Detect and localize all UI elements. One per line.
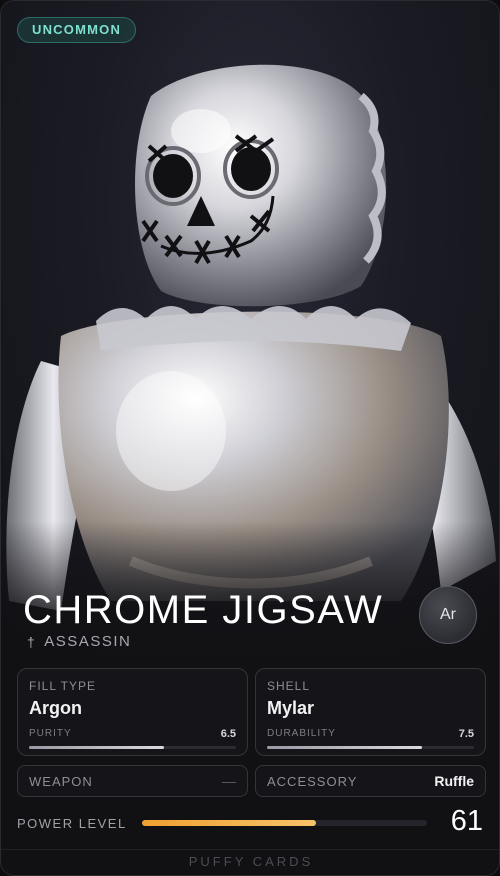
shell-panel: SHELL Mylar DURABILITY 7.5 bbox=[255, 668, 486, 756]
fill-type-panel: FILL TYPE Argon PURITY 6.5 bbox=[17, 668, 248, 756]
purity-value: 6.5 bbox=[220, 728, 236, 740]
footer-divider bbox=[1, 849, 499, 850]
element-badge[interactable]: Ar bbox=[419, 586, 477, 644]
power-level-bar bbox=[142, 820, 427, 826]
weapon-value: — bbox=[222, 773, 236, 789]
accessory-label: ACCESSORY bbox=[267, 773, 358, 789]
accessory-value: Ruffle bbox=[434, 773, 474, 789]
fill-type-label: FILL TYPE bbox=[29, 679, 97, 693]
power-level-label: POWER LEVEL bbox=[17, 816, 127, 831]
durability-bar bbox=[267, 746, 474, 749]
weapon-slot[interactable]: WEAPON — bbox=[17, 765, 248, 797]
purity-bar-fill bbox=[29, 746, 164, 749]
purity-label: PURITY bbox=[29, 728, 72, 739]
durability-label: DURABILITY bbox=[267, 728, 336, 739]
purity-bar bbox=[29, 746, 236, 749]
rarity-badge: UNCOMMON bbox=[17, 17, 137, 43]
weapon-label: WEAPON bbox=[29, 773, 93, 789]
fill-type-value: Argon bbox=[29, 698, 82, 718]
character-class: † ASSASSIN bbox=[27, 633, 131, 650]
power-level-value: 61 bbox=[450, 805, 483, 837]
class-label: ASSASSIN bbox=[44, 633, 132, 650]
character-card[interactable]: UNCOMMON CHROME JIGSAW † ASSASSIN Ar FIL… bbox=[0, 0, 500, 876]
dagger-icon: † bbox=[27, 633, 37, 650]
character-name: CHROME JIGSAW bbox=[23, 588, 384, 632]
shell-value: Mylar bbox=[267, 698, 315, 718]
shell-label: SHELL bbox=[267, 679, 311, 693]
accessory-slot[interactable]: ACCESSORY Ruffle bbox=[255, 765, 486, 797]
durability-bar-fill bbox=[267, 746, 423, 749]
power-level-bar-fill bbox=[142, 820, 316, 826]
durability-value: 7.5 bbox=[458, 728, 474, 740]
brand-footer: PUFFY CARDS bbox=[188, 854, 314, 869]
